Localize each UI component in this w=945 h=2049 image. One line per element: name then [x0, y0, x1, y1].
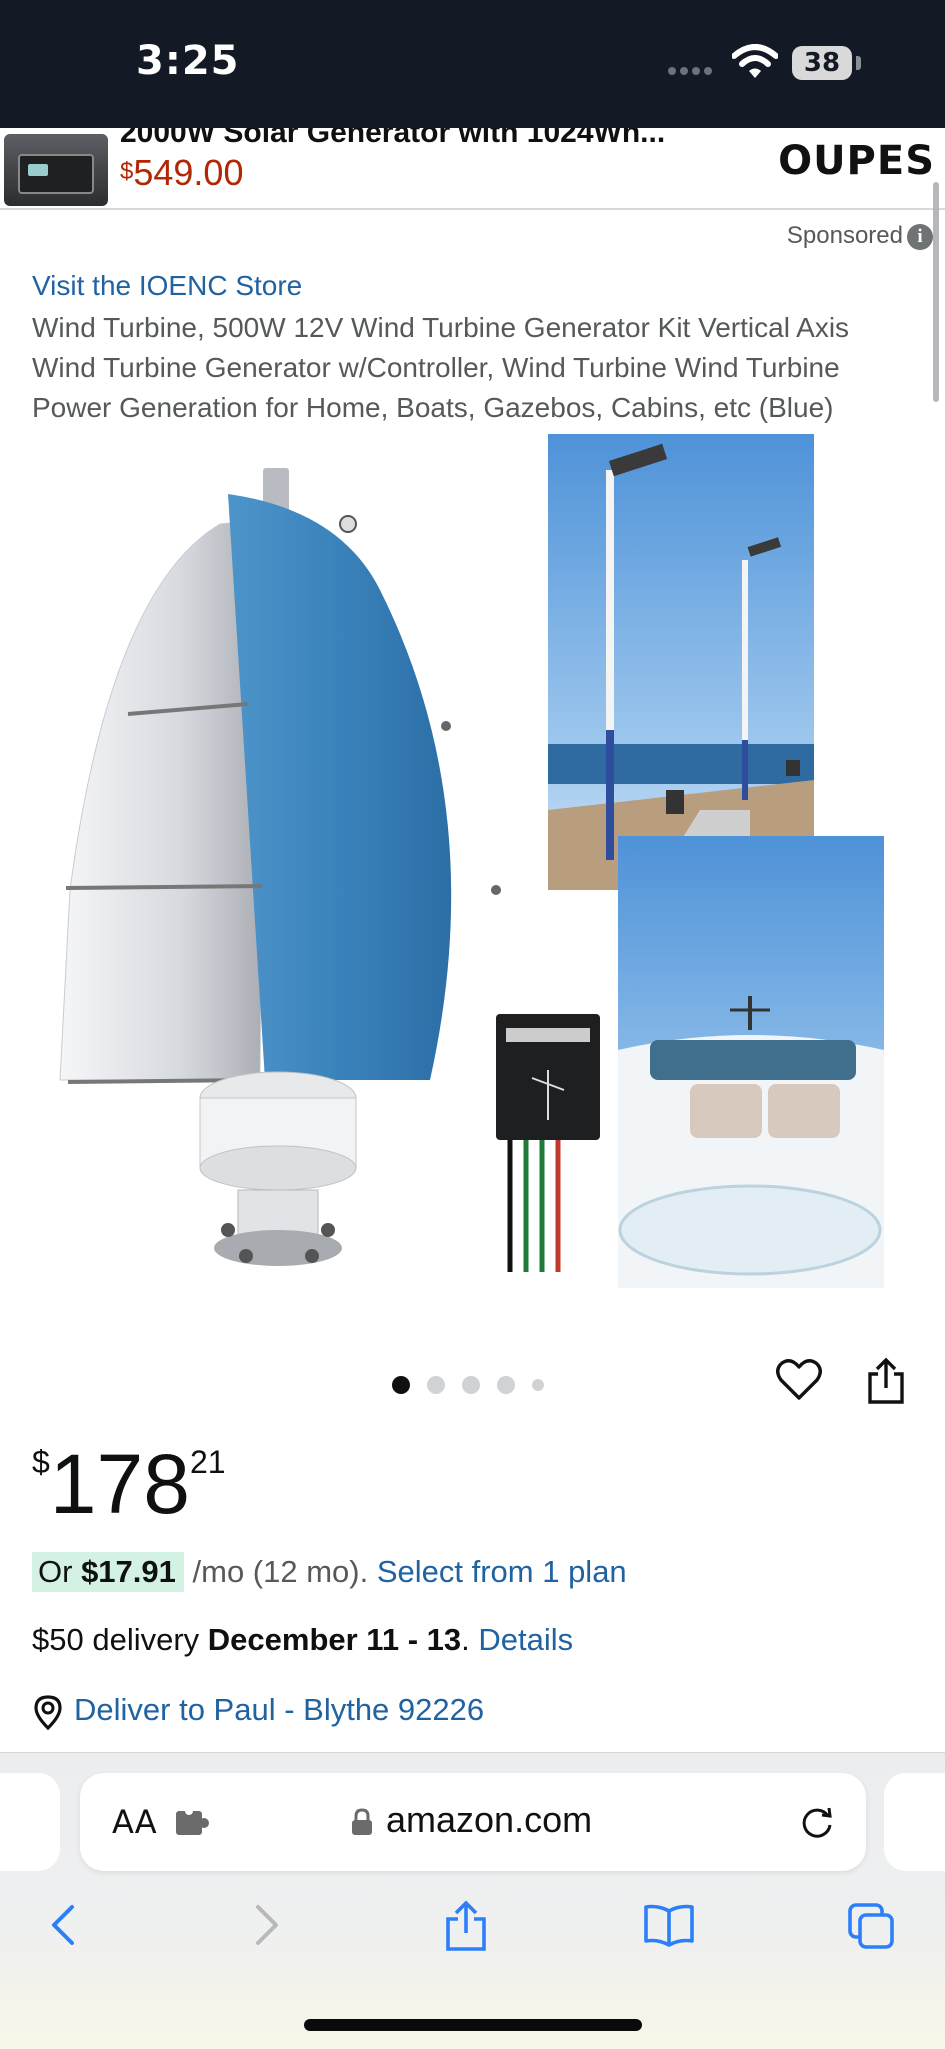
previous-tab-preview[interactable] — [0, 1773, 60, 1871]
wifi-icon — [732, 44, 778, 78]
ad-brand-logo[interactable]: OUPES — [778, 138, 935, 184]
pin-icon — [34, 1695, 62, 1730]
ad-price-value: 549.00 — [133, 152, 244, 193]
sponsored-text: Sponsored — [786, 222, 903, 249]
street-light-photo — [548, 434, 814, 890]
product-price: $17821 — [32, 1436, 226, 1532]
sponsored-banner-ad[interactable]: 2000W Solar Generator with 1024Wh... $54… — [0, 128, 945, 210]
ad-price-currency: $ — [120, 158, 134, 185]
home-indicator[interactable] — [304, 2019, 642, 2031]
carousel-dot-active[interactable] — [392, 1376, 410, 1394]
product-image[interactable] — [50, 430, 890, 1290]
ad-title[interactable]: 2000W Solar Generator with 1024Wh... — [120, 128, 665, 150]
wind-turbine-illustration — [59, 468, 501, 1266]
lock-icon — [352, 1808, 372, 1835]
delivery-info: $50 delivery December 11 - 13. Details — [32, 1622, 573, 1658]
url-text[interactable]: amazon.com — [386, 1799, 592, 1841]
carousel-dot[interactable] — [462, 1376, 480, 1394]
tabs-icon[interactable] — [846, 1901, 896, 1951]
monthly-terms: /mo (12 mo). — [183, 1554, 377, 1589]
browser-toolbar: AA amazon.com — [0, 1752, 945, 2049]
monthly-payment: Or $17.91 /mo (12 mo). Select from 1 pla… — [32, 1552, 627, 1592]
status-bar: 3:25 38 — [0, 0, 945, 128]
reload-icon[interactable] — [798, 1803, 836, 1841]
battery-tip — [856, 56, 861, 70]
share-icon[interactable] — [866, 1356, 906, 1406]
price-fraction: 21 — [189, 1444, 226, 1480]
cellular-signal-icon — [668, 62, 716, 80]
price-whole: 178 — [49, 1437, 190, 1531]
next-tab-preview[interactable] — [884, 1773, 945, 1871]
ad-product-thumbnail[interactable] — [4, 134, 108, 206]
deliver-to-location[interactable]: Deliver to Paul - Blythe 92226 — [32, 1692, 484, 1730]
sponsored-label[interactable]: Sponsored i — [787, 222, 933, 250]
price-symbol: $ — [32, 1444, 50, 1480]
text-size-label: AA — [112, 1803, 157, 1841]
page-scrollbar[interactable] — [933, 182, 939, 402]
battery-indicator: 38 — [792, 46, 852, 80]
select-plan-link[interactable]: Select from 1 plan — [377, 1554, 627, 1589]
address-bar[interactable]: AA amazon.com — [80, 1773, 866, 1871]
image-carousel-dots[interactable] — [392, 1376, 561, 1396]
forward-icon[interactable] — [252, 1903, 282, 1947]
carousel-dot[interactable] — [532, 1379, 544, 1391]
delivery-dates: December 11 - 13 — [207, 1622, 462, 1657]
monthly-prefix: Or — [38, 1554, 82, 1589]
heart-icon[interactable] — [776, 1358, 822, 1400]
share-page-icon[interactable] — [444, 1899, 488, 1953]
store-link[interactable]: Visit the IOENC Store — [32, 270, 302, 302]
back-icon[interactable] — [48, 1903, 78, 1947]
product-title[interactable]: Wind Turbine, 500W 12V Wind Turbine Gene… — [32, 308, 912, 428]
info-icon[interactable]: i — [907, 223, 933, 250]
monthly-amount: $17.91 — [81, 1554, 176, 1589]
carousel-dot[interactable] — [497, 1376, 515, 1394]
bookmarks-icon[interactable] — [642, 1903, 696, 1947]
ad-price: $549.00 — [120, 152, 243, 194]
delivery-separator: . — [461, 1622, 479, 1657]
controller-unit — [496, 1014, 600, 1272]
delivery-cost: $50 delivery — [32, 1622, 208, 1657]
deliver-to-text[interactable]: Deliver to Paul - Blythe 92226 — [74, 1692, 484, 1727]
extension-icon[interactable] — [174, 1807, 214, 1839]
monthly-highlight: Or $17.91 — [32, 1552, 184, 1592]
status-time: 3:25 — [136, 38, 240, 84]
carousel-dot[interactable] — [427, 1376, 445, 1394]
delivery-details-link[interactable]: Details — [478, 1622, 573, 1657]
boat-deck-photo — [618, 836, 884, 1288]
text-size-button[interactable]: AA — [112, 1803, 157, 1841]
